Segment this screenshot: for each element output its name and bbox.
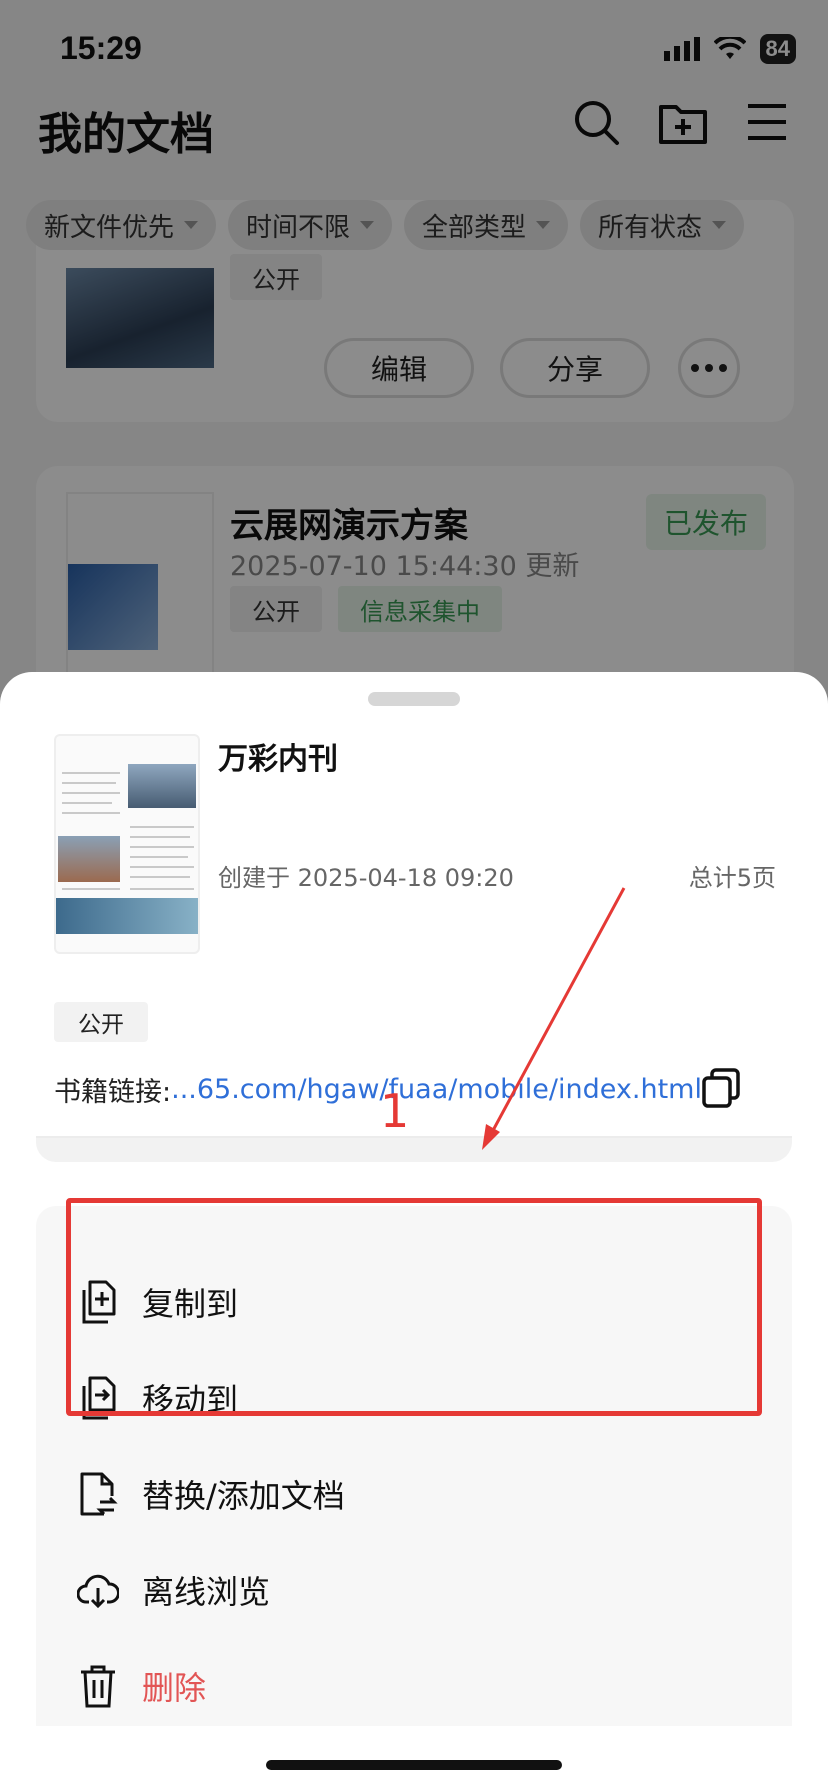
annotation-number: 1 — [380, 1084, 410, 1138]
home-indicator[interactable] — [266, 1760, 562, 1770]
annotation-arrow — [482, 887, 626, 1150]
